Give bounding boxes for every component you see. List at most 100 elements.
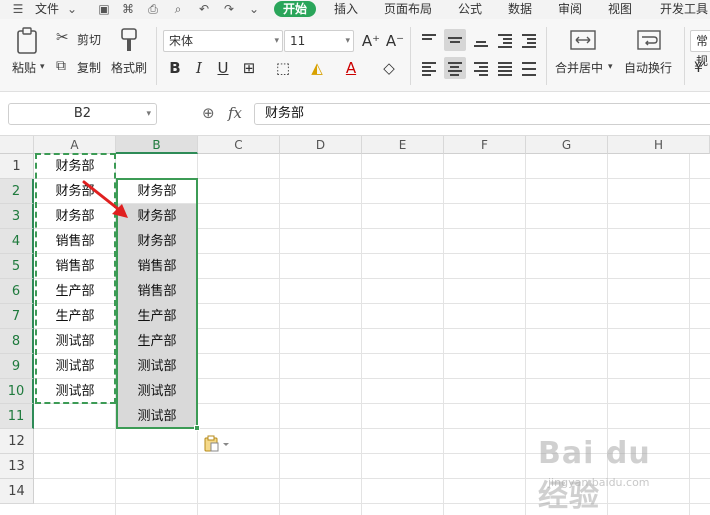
number-format-select[interactable]: 常规 bbox=[690, 30, 710, 68]
row-header-1[interactable]: 1 bbox=[0, 154, 34, 179]
chevron-down-icon[interactable]: ▾ bbox=[608, 63, 613, 72]
grow-font-button[interactable]: A⁺ bbox=[360, 30, 382, 52]
gridline bbox=[525, 154, 526, 515]
currency-icon[interactable]: ¥ bbox=[694, 61, 703, 75]
paste-icon[interactable] bbox=[14, 27, 40, 55]
row-header-3[interactable]: 3 bbox=[0, 204, 34, 229]
row-header-6[interactable]: 6 bbox=[0, 279, 34, 304]
shrink-font-button[interactable]: A⁻ bbox=[384, 30, 406, 52]
name-box[interactable]: B2 ▾ bbox=[8, 103, 157, 125]
align-right-icon[interactable] bbox=[470, 57, 492, 79]
row-header-7[interactable]: 7 bbox=[0, 304, 34, 329]
divider bbox=[546, 27, 547, 85]
row-header-10[interactable]: 10 bbox=[0, 379, 34, 404]
undo-icon[interactable]: ↶ bbox=[196, 1, 212, 17]
paste-button[interactable]: 粘贴 bbox=[12, 61, 36, 75]
tab-data[interactable]: 数据 bbox=[508, 1, 532, 17]
border-icon[interactable]: ⊞ bbox=[238, 57, 260, 79]
wrap-text-icon[interactable] bbox=[637, 29, 661, 53]
customize-icon[interactable]: ⌄ bbox=[246, 1, 262, 17]
align-top-icon[interactable] bbox=[418, 29, 440, 51]
align-middle-icon[interactable] bbox=[444, 29, 466, 51]
hamburger-menu-icon[interactable]: ☰ bbox=[10, 1, 26, 17]
row-header-11[interactable]: 11 bbox=[0, 404, 34, 429]
chevron-down-icon[interactable]: ▾ bbox=[40, 63, 45, 72]
fx-button[interactable]: fx bbox=[228, 106, 242, 121]
format-painter-button[interactable]: 格式刷 bbox=[111, 61, 147, 75]
gridline bbox=[361, 154, 362, 515]
cut-icon[interactable]: ✂ bbox=[56, 30, 69, 45]
underline-button[interactable]: U bbox=[212, 57, 234, 79]
distributed-align-icon[interactable] bbox=[518, 57, 540, 79]
italic-button[interactable]: I bbox=[188, 57, 210, 79]
formula-bar: B2 ▾ ⊕ fx 财务部 bbox=[0, 92, 710, 136]
clear-format-icon[interactable]: ◇ bbox=[378, 57, 400, 79]
divider bbox=[156, 27, 157, 85]
tab-formulas[interactable]: 公式 bbox=[458, 1, 482, 17]
column-header-c[interactable]: C bbox=[198, 136, 280, 154]
format-painter-icon[interactable] bbox=[118, 27, 140, 55]
paste-options-icon[interactable] bbox=[203, 435, 231, 453]
zoom-icon[interactable]: ⊕ bbox=[202, 106, 215, 121]
column-header-h[interactable]: H bbox=[608, 136, 710, 154]
font-size-value: 11 bbox=[290, 34, 306, 48]
align-left-icon[interactable] bbox=[418, 57, 440, 79]
font-size-select[interactable]: 11 ▾ bbox=[284, 30, 354, 52]
font-color-button[interactable]: A bbox=[340, 57, 362, 79]
bold-button[interactable]: B bbox=[164, 57, 186, 79]
row-header-5[interactable]: 5 bbox=[0, 254, 34, 279]
tab-view[interactable]: 视图 bbox=[608, 1, 632, 17]
column-header-f[interactable]: F bbox=[444, 136, 526, 154]
print-preview-icon[interactable]: ⌕ bbox=[170, 1, 186, 17]
justify-icon[interactable] bbox=[494, 57, 516, 79]
row-header-4[interactable]: 4 bbox=[0, 229, 34, 254]
wrap-text-button[interactable]: 自动换行 bbox=[624, 61, 672, 75]
cut-button[interactable]: 剪切 bbox=[77, 33, 101, 47]
merge-center-button[interactable]: 合并居中 bbox=[555, 61, 603, 75]
divider bbox=[410, 27, 411, 85]
increase-indent-icon[interactable] bbox=[518, 29, 540, 51]
ribbon: 粘贴 ▾ ✂ 剪切 ⧉ 复制 格式刷 宋体 ▾ 11 ▾ A⁺ A⁻ B I U… bbox=[0, 19, 710, 92]
annotation-arrow bbox=[82, 180, 128, 218]
menu-bar: ☰ 文件 ⌄ ▣ ⌘ ⎙ ⌕ ↶ ↷ ⌄ 开始 插入 页面布局 公式 数据 审阅… bbox=[0, 0, 710, 19]
format-icon[interactable]: ⌘ bbox=[120, 1, 136, 17]
column-header-g[interactable]: G bbox=[526, 136, 608, 154]
copy-button[interactable]: 复制 bbox=[77, 61, 101, 75]
select-all-corner[interactable] bbox=[0, 136, 34, 154]
row-header-13[interactable]: 13 bbox=[0, 454, 34, 479]
font-name-select[interactable]: 宋体 ▾ bbox=[163, 30, 283, 52]
tab-home[interactable]: 开始 bbox=[274, 1, 317, 17]
tab-review[interactable]: 审阅 bbox=[558, 1, 582, 17]
gridline bbox=[443, 154, 444, 515]
font-name-value: 宋体 bbox=[169, 34, 194, 48]
align-center-icon[interactable] bbox=[444, 57, 466, 79]
fill-handle[interactable] bbox=[194, 425, 200, 431]
formula-input[interactable]: 财务部 bbox=[254, 103, 710, 125]
tab-page-layout[interactable]: 页面布局 bbox=[384, 1, 432, 17]
redo-icon[interactable]: ↷ bbox=[221, 1, 237, 17]
column-header-b[interactable]: B bbox=[116, 136, 198, 154]
row-header-12[interactable]: 12 bbox=[0, 429, 34, 454]
watermark: Bai du 经验 jingyan.baidu.com bbox=[538, 436, 668, 514]
merge-center-icon[interactable] bbox=[570, 29, 596, 53]
row-header-9[interactable]: 9 bbox=[0, 354, 34, 379]
column-header-e[interactable]: E bbox=[362, 136, 444, 154]
fill-color-icon[interactable]: ◭ bbox=[306, 57, 328, 79]
row-header-8[interactable]: 8 bbox=[0, 329, 34, 354]
tab-developer[interactable]: 开发工具 bbox=[660, 1, 708, 17]
save-icon[interactable]: ▣ bbox=[96, 1, 112, 17]
name-box-value: B2 bbox=[73, 106, 92, 121]
align-bottom-icon[interactable] bbox=[470, 29, 492, 51]
watermark-url: jingyan.baidu.com bbox=[548, 476, 650, 489]
column-header-a[interactable]: A bbox=[34, 136, 116, 154]
row-header-2[interactable]: 2 bbox=[0, 179, 34, 204]
menu-file[interactable]: 文件 bbox=[35, 1, 59, 17]
row-header-14[interactable]: 14 bbox=[0, 479, 34, 504]
cell-style-icon[interactable]: ⬚ bbox=[272, 57, 294, 79]
decrease-indent-icon[interactable] bbox=[494, 29, 516, 51]
chevron-down-icon[interactable]: ⌄ bbox=[64, 1, 80, 17]
column-header-d[interactable]: D bbox=[280, 136, 362, 154]
tab-insert[interactable]: 插入 bbox=[334, 1, 358, 17]
print-icon[interactable]: ⎙ bbox=[145, 1, 161, 17]
copy-icon[interactable]: ⧉ bbox=[56, 59, 66, 73]
